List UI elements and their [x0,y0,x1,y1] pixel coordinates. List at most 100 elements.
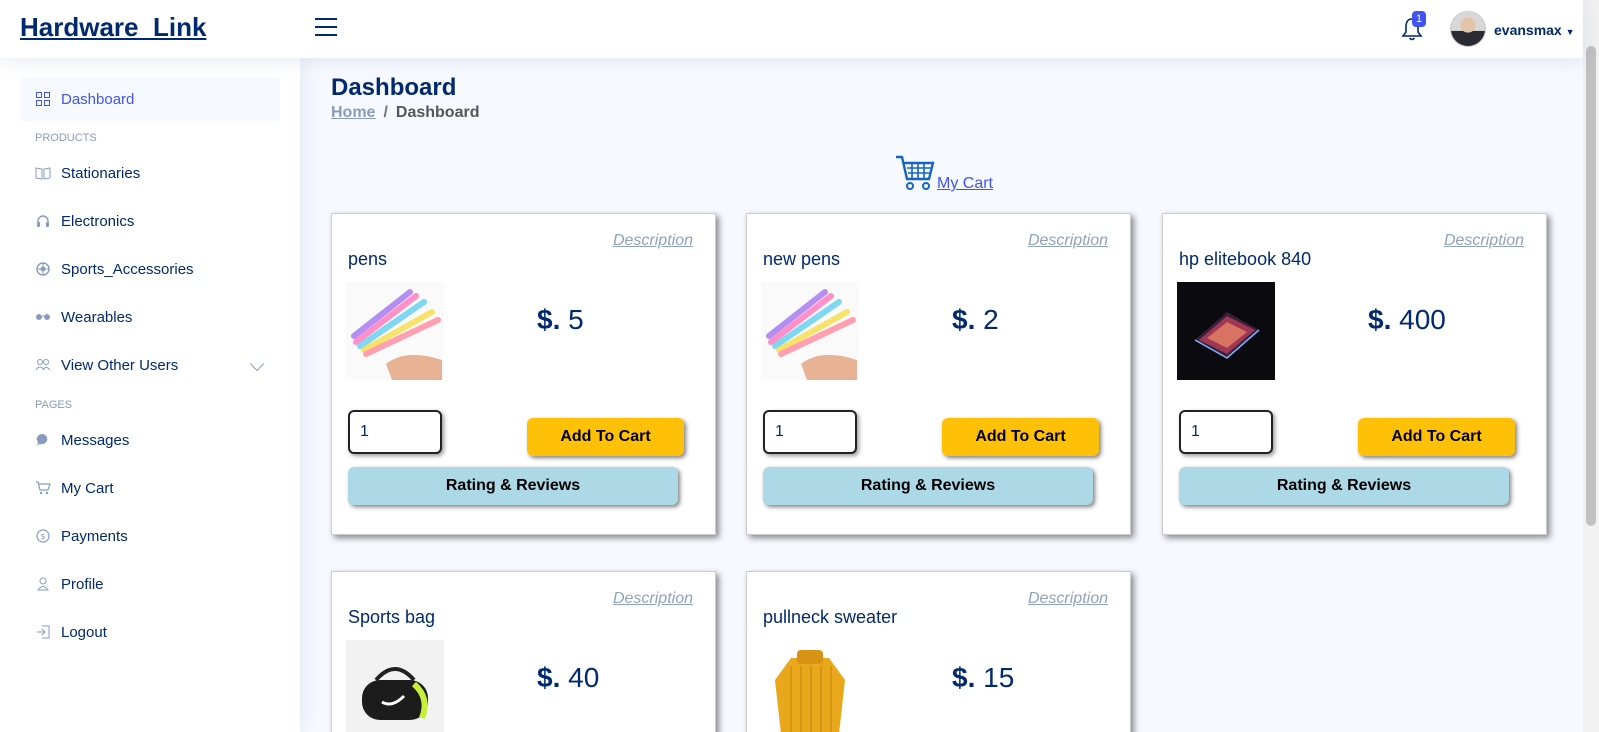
breadcrumb: Home / Dashboard [331,104,479,122]
pens-image [761,282,859,380]
add-to-cart-button[interactable]: Add To Cart [527,418,684,456]
quantity-input[interactable] [763,410,857,454]
description-link[interactable]: Description [613,232,693,250]
my-cart-label: My Cart [937,175,993,192]
brand-logo[interactable]: Hardware_Link [20,12,206,43]
shopping-cart-icon [895,154,935,197]
sidebar-item-label: Messages [61,431,130,449]
sidebar-item-label: Logout [61,623,107,641]
quantity-input[interactable] [348,410,442,454]
rating-reviews-button[interactable]: Rating & Reviews [1179,467,1509,505]
ball-icon [35,261,51,277]
sidebar-item-dashboard[interactable]: Dashboard [20,77,280,121]
breadcrumb-current: Dashboard [395,104,480,121]
book-icon [35,165,51,181]
description-link[interactable]: Description [1028,590,1108,608]
products-heading: PRODUCTS [35,132,97,144]
product-name: hp elitebook 840 [1179,249,1312,269]
price-value: 15 [983,662,1015,693]
product-name: pens [348,249,388,269]
pages-heading: PAGES [35,399,73,411]
cart-icon [35,480,51,496]
product-name: Sports bag [348,607,436,627]
svg-text:$: $ [40,532,45,541]
sidebar-item-view-other-users[interactable]: View Other Users [20,343,280,387]
menu-icon[interactable] [315,18,337,38]
product-card: Description pullneck sweater $. 15 [746,571,1131,732]
price-value: 400 [1399,304,1446,335]
product-price: $. 15 [952,662,1014,694]
description-link[interactable]: Description [1444,232,1524,250]
person-icon [35,576,51,592]
sidebar-item-label: My Cart [61,479,114,497]
sidebar-item-messages[interactable]: Messages [20,418,280,462]
sidebar-item-label: Electronics [61,212,135,230]
rating-reviews-button[interactable]: Rating & Reviews [763,467,1093,505]
description-link[interactable]: Description [613,590,693,608]
my-cart-link[interactable]: My Cart [895,154,993,197]
sidebar-item-label: View Other Users [61,356,179,374]
price-value: 2 [983,304,999,335]
sidebar-item-label: Dashboard [61,90,135,108]
dollar-icon: $ [35,528,51,544]
add-to-cart-button[interactable]: Add To Cart [1358,418,1515,456]
caret-down-icon: ▼ [1565,27,1575,37]
sidebar-item-my-cart[interactable]: My Cart [20,466,280,510]
sidebar-item-label: Stationaries [61,164,141,182]
price-value: 5 [568,304,584,335]
glasses-icon [35,309,51,325]
chat-icon [35,432,51,448]
product-card: Description new pens $. 2 Add To Cart Ra… [746,213,1131,535]
pens-image [346,282,444,380]
sidebar-item-logout[interactable]: Logout [20,610,280,654]
price-symbol: $. [952,662,976,693]
description-link[interactable]: Description [1028,232,1108,250]
page-title: Dashboard [331,74,457,101]
laptop-image [1177,282,1275,380]
scrollbar-thumb[interactable] [1586,46,1596,526]
sidebar: Dashboard PRODUCTS Stationaries Electron… [0,58,300,732]
price-symbol: $. [537,662,561,693]
rating-reviews-button[interactable]: Rating & Reviews [348,467,678,505]
breadcrumb-separator: / [383,104,388,121]
scrollbar[interactable] [1583,0,1599,732]
headset-icon [35,213,51,229]
price-value: 40 [568,662,600,693]
user-name: evansmax [1494,22,1562,38]
product-price: $. 40 [537,662,599,694]
sidebar-item-payments[interactable]: $ Payments [20,514,280,558]
sidebar-item-profile[interactable]: Profile [20,562,280,606]
grid-icon [35,91,51,107]
product-name: new pens [763,249,841,269]
product-price: $. 2 [952,304,999,336]
add-to-cart-button[interactable]: Add To Cart [942,418,1099,456]
top-header: Hardware_Link 1 evansmax ▼ [0,0,1583,58]
product-card: Description hp elitebook 840 $. 400 Add … [1162,213,1547,535]
sidebar-item-label: Profile [61,575,104,593]
sidebar-item-label: Wearables [61,308,133,326]
user-menu-toggle[interactable]: evansmax ▼ [1494,22,1575,38]
product-name: pullneck sweater [763,607,898,627]
sidebar-item-sports-accessories[interactable]: Sports_Accessories [20,247,280,291]
avatar[interactable] [1450,11,1486,47]
price-symbol: $. [537,304,561,335]
bag-image [346,640,444,732]
product-card: Description pens $. 5 Add To Cart Rating… [331,213,716,535]
sweater-image [761,640,859,732]
sidebar-item-label: Payments [61,527,128,545]
sidebar-item-stationaries[interactable]: Stationaries [20,151,280,195]
price-symbol: $. [1368,304,1392,335]
breadcrumb-home-link[interactable]: Home [331,104,375,121]
product-card: Description Sports bag $. 40 [331,571,716,732]
chevron-down-icon[interactable] [249,356,265,372]
logout-icon [35,624,51,640]
price-symbol: $. [952,304,976,335]
product-price: $. 5 [537,304,584,336]
sidebar-item-electronics[interactable]: Electronics [20,199,280,243]
sidebar-item-label: Sports_Accessories [61,260,194,278]
users-icon [35,357,51,373]
sidebar-item-wearables[interactable]: Wearables [20,295,280,339]
product-price: $. 400 [1368,304,1446,336]
quantity-input[interactable] [1179,410,1273,454]
notification-badge: 1 [1412,11,1427,27]
